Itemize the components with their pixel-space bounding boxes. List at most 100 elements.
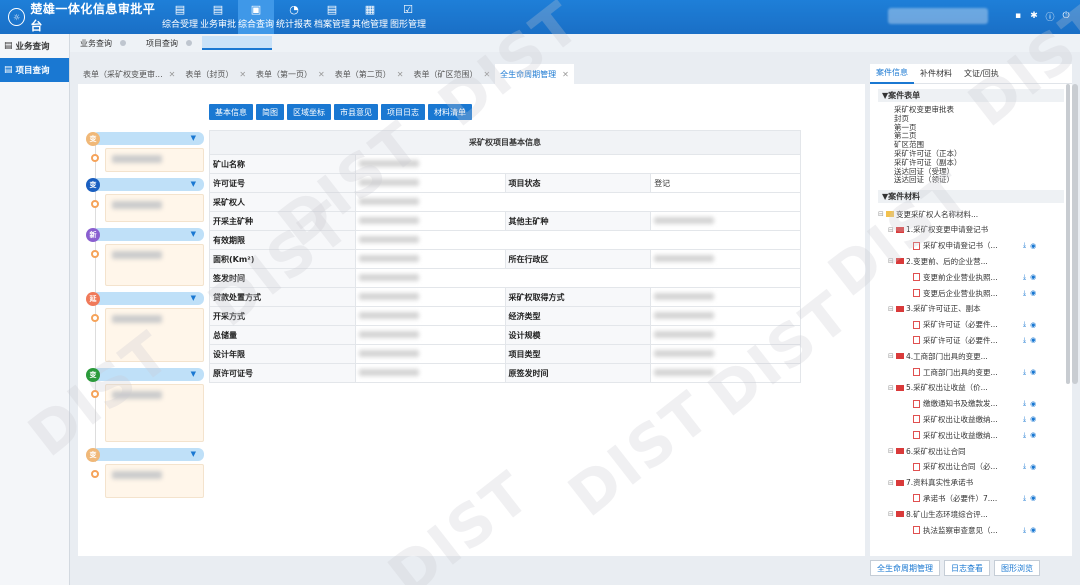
section-case-forms[interactable]: ▼案件表单 [878,89,1064,102]
tree-node[interactable]: ⊟ 1.采矿权变更申请登记书 [878,222,1072,238]
right-tab-2[interactable]: 文证/回执 [958,64,1005,84]
expand-icon[interactable]: ⊟ [888,384,896,392]
expand-icon[interactable]: ⊟ [888,447,896,455]
doc-tab-5[interactable]: 全生命周期管理 ✕ [495,64,574,84]
download-icon[interactable]: ⤓ [1023,320,1026,329]
timeline-card[interactable] [105,194,204,222]
timeline-head[interactable]: 变 ▼ [86,131,204,146]
form-link[interactable]: 送达回证（领证） [894,176,1072,185]
section-case-materials[interactable]: ▼案件材料 [878,190,1064,204]
scrollbar[interactable] [1066,84,1070,384]
close-icon[interactable]: ✕ [239,70,246,79]
timeline-head[interactable]: 变 ▼ [86,447,204,462]
download-icon[interactable]: ⤓ [1023,494,1026,503]
tree-node[interactable]: 采矿权出让收益缴纳... ⤓ ◉ [878,412,1072,428]
download-icon[interactable]: ⤓ [1023,431,1026,440]
form-link[interactable]: 采矿权变更审批表 [894,105,1072,115]
close-icon[interactable]: ✕ [483,70,490,79]
view-icon[interactable]: ◉ [1030,242,1036,250]
timeline-item[interactable] [86,384,204,442]
expand-icon[interactable]: ⊟ [878,210,886,218]
view-icon[interactable]: ◉ [1030,368,1036,376]
caret-down-icon[interactable]: ▼ [191,294,196,302]
toolbar-button-2[interactable]: 区域坐标 [287,104,331,120]
subtab-current[interactable] [202,36,272,50]
tree-node[interactable]: 采矿权申请登记书（... ⤓ ◉ [878,238,1072,254]
download-icon[interactable]: ⤓ [1023,415,1026,424]
nav-item-2[interactable]: ▣ 综合查询 [238,0,274,34]
bottom-button-2[interactable]: 图形浏览 [994,560,1040,576]
download-icon[interactable]: ⤓ [1023,241,1026,250]
close-icon[interactable]: ✕ [318,70,325,79]
subtab-business-query[interactable]: 业务查询 [70,38,136,49]
bottom-button-0[interactable]: 全生命周期管理 [870,560,940,576]
timeline-card[interactable] [105,244,204,286]
timeline-head[interactable]: 变 ▼ [86,177,204,192]
download-icon[interactable]: ⤓ [1023,526,1026,535]
view-icon[interactable]: ◉ [1030,431,1036,439]
toolbar-button-0[interactable]: 基本信息 [209,104,253,120]
timeline-head[interactable]: 新 ▼ [86,227,204,242]
expand-icon[interactable]: ⊟ [888,352,896,360]
doc-tab-3[interactable]: 表单（第二页） ✕ [330,64,409,84]
doc-tab-2[interactable]: 表单（第一页） ✕ [251,64,330,84]
tree-node[interactable]: 变更后企业营业执照... ⤓ ◉ [878,285,1072,301]
close-icon[interactable]: ✕ [169,70,176,79]
tree-node[interactable]: ⊟ 2.变更前、后的企业营... [878,254,1072,270]
doc-tab-0[interactable]: 表单（采矿权变更审... ✕ [78,64,180,84]
view-icon[interactable]: ◉ [1030,415,1036,423]
timeline-item[interactable] [86,148,204,172]
message-icon[interactable]: ▪ [1012,10,1024,22]
view-icon[interactable]: ◉ [1030,336,1036,344]
tree-node[interactable]: 变更前企业营业执照... ⤓ ◉ [878,269,1072,285]
download-icon[interactable]: ⤓ [1023,399,1026,408]
doc-tab-4[interactable]: 表单（矿区范围） ✕ [408,64,495,84]
main-scrollbar[interactable] [1072,84,1078,384]
nav-item-3[interactable]: ◔ 统计报表 [276,0,312,34]
caret-down-icon[interactable]: ▼ [191,134,196,142]
nav-item-6[interactable]: ☑ 图形管理 [390,0,426,34]
tree-node[interactable]: ⊟ 3.采矿许可证正、副本 [878,301,1072,317]
caret-down-icon[interactable]: ▼ [191,370,196,378]
download-icon[interactable]: ⤓ [1023,273,1026,282]
timeline-item[interactable] [86,308,204,362]
power-icon[interactable]: ⏻ [1060,10,1072,22]
caret-down-icon[interactable]: ▼ [191,450,196,458]
download-icon[interactable]: ⤓ [1023,462,1026,471]
tree-node[interactable]: 采矿许可证（必要件... ⤓ ◉ [878,333,1072,349]
sidebar-item-0[interactable]: ▤ 业务查询 [0,34,69,58]
timeline-card[interactable] [105,308,204,362]
tree-node[interactable]: 缴缴通知书及缴款发... ⤓ ◉ [878,396,1072,412]
nav-item-0[interactable]: ▤ 综合受理 [162,0,198,34]
nav-item-5[interactable]: ▦ 其他管理 [352,0,388,34]
form-link[interactable]: 封页 [894,114,1072,124]
tree-node[interactable]: 工商部门出具的变更... ⤓ ◉ [878,364,1072,380]
timeline-card[interactable] [105,384,204,442]
timeline-head[interactable]: 变 ▼ [86,367,204,382]
bottom-button-1[interactable]: 日志查看 [944,560,990,576]
tree-node[interactable]: ⊟ 7.资料真实性承诺书 [878,475,1072,491]
tree-node[interactable]: 采矿许可证（必要件... ⤓ ◉ [878,317,1072,333]
toolbar-button-4[interactable]: 项目日志 [381,104,425,120]
timeline-item[interactable] [86,194,204,222]
view-icon[interactable]: ◉ [1030,321,1036,329]
nav-item-1[interactable]: ▤ 业务审批 [200,0,236,34]
download-icon[interactable]: ⤓ [1023,336,1026,345]
nav-item-4[interactable]: ▤ 档案管理 [314,0,350,34]
right-tab-0[interactable]: 案件信息 [870,64,914,84]
tree-node[interactable]: ⊟ 变更采矿权人名称材料... [878,206,1072,222]
caret-down-icon[interactable]: ▼ [191,230,196,238]
timeline-head[interactable]: 延 ▼ [86,291,204,306]
toolbar-button-3[interactable]: 市县意见 [334,104,378,120]
expand-icon[interactable]: ⊟ [888,305,896,313]
tree-node[interactable]: 采矿权出让收益缴纳... ⤓ ◉ [878,427,1072,443]
tree-node[interactable]: 执法监察审查意见（... ⤓ ◉ [878,522,1072,538]
toolbar-button-5[interactable]: 材料清单 [428,104,472,120]
toolbar-button-1[interactable]: 简图 [256,104,284,120]
timeline-item[interactable] [86,464,204,498]
expand-icon[interactable]: ⊟ [888,226,896,234]
user-info[interactable] [888,8,988,24]
view-icon[interactable]: ◉ [1030,400,1036,408]
download-icon[interactable]: ⤓ [1023,368,1026,377]
sidebar-item-1[interactable]: ▤ 项目查询 [0,58,69,82]
